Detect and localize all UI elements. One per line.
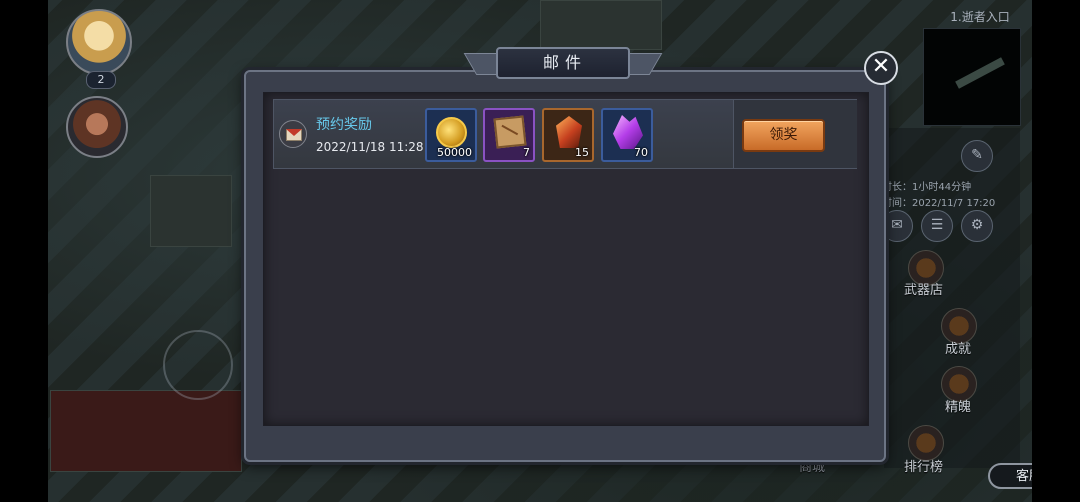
side-menu-ranking[interactable]: 排行榜 — [904, 456, 943, 475]
attachment-count: 70 — [634, 146, 648, 159]
background-floor — [50, 390, 242, 472]
gold-coin-icon — [436, 117, 467, 148]
settings-icon[interactable]: ⚙ — [961, 210, 993, 242]
claim-button[interactable]: 领奖 — [742, 119, 825, 152]
time-info: 时间：2022/11/7 17:20 — [882, 198, 996, 209]
chat-icon[interactable]: ☰ — [921, 210, 953, 242]
attachment-scroll[interactable]: 7 — [483, 108, 535, 162]
attachment-fire-gem[interactable]: 15 — [542, 108, 594, 162]
attachment-gold-coin[interactable]: 50000 — [425, 108, 477, 162]
envelope-icon — [279, 120, 307, 148]
side-menu-achievement[interactable]: 成就 — [945, 338, 971, 357]
close-button[interactable]: ✕ — [864, 51, 898, 85]
attachment-count: 7 — [523, 146, 530, 159]
purple-crystal-icon — [613, 115, 643, 149]
dialog-title: 邮件 — [542, 53, 587, 72]
virtual-joystick[interactable] — [163, 330, 233, 400]
side-menu-soul[interactable]: 精魄 — [945, 396, 971, 415]
attachment-count: 50000 — [437, 146, 472, 159]
side-menu-weapon-shop[interactable]: 武器店 — [904, 279, 943, 298]
dialog-title-box: 邮件 — [496, 47, 630, 79]
attachment-count: 15 — [575, 146, 589, 159]
background-wall — [540, 0, 662, 50]
player-level-badge: 2 — [86, 71, 116, 89]
fire-gem-icon — [556, 116, 582, 148]
pet-avatar[interactable] — [66, 96, 128, 158]
minimap-path — [955, 57, 1005, 89]
background-wall — [150, 175, 232, 247]
close-icon: ✕ — [871, 54, 891, 79]
quill-icon[interactable]: ✎ — [961, 140, 993, 172]
left-black-bar — [0, 0, 48, 502]
right-black-bar — [1032, 0, 1080, 502]
scroll-icon — [493, 115, 527, 149]
mail-title: 预约奖励 — [316, 117, 372, 133]
duration-info: 时长：1小时44分钟 — [882, 182, 972, 193]
mail-time: 2022/11/18 11:28 — [316, 140, 424, 154]
attachment-purple-crystal[interactable]: 70 — [601, 108, 653, 162]
player-avatar[interactable] — [66, 9, 132, 75]
minimap-title: 1.逝者入口 — [950, 10, 1010, 24]
game-scene: 2 1.逝者入口 ✎ 时长：1小时44分钟 时间：2022/11/7 17:20… — [0, 0, 1080, 502]
minimap[interactable] — [923, 28, 1021, 126]
dialog-title-plate: 邮件 — [463, 45, 663, 83]
